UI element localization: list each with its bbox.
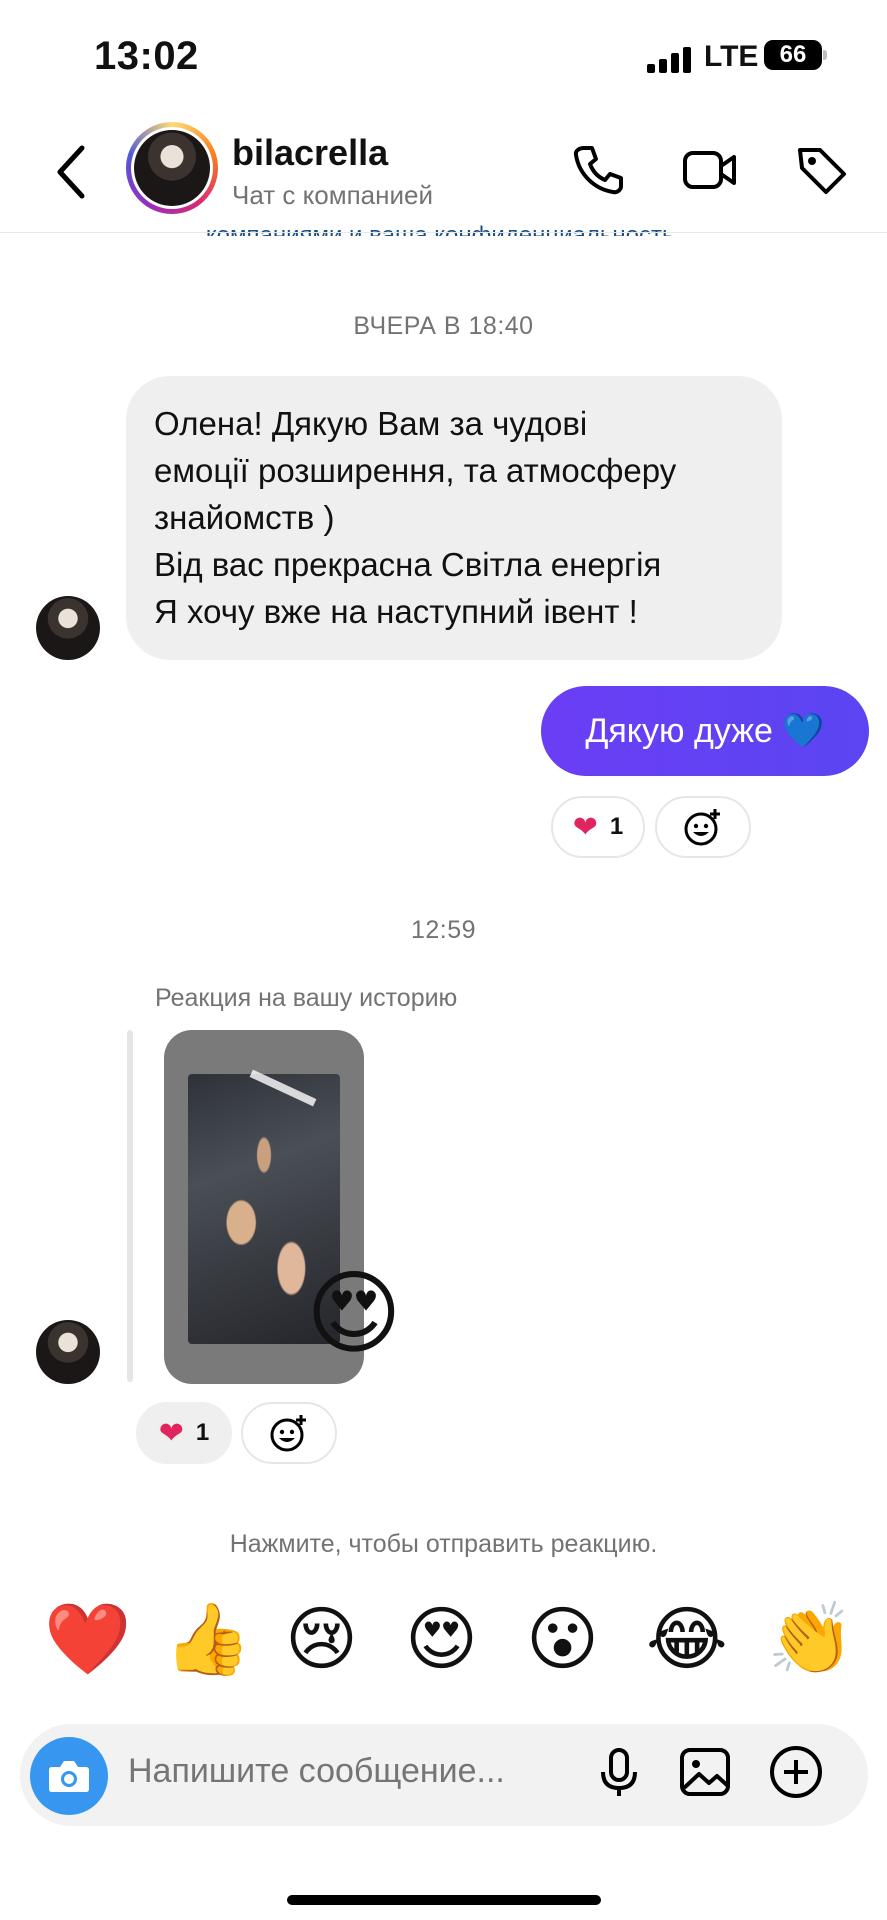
quick-reaction-laughing[interactable]: 😂 [646, 1604, 728, 1674]
back-arrow-icon[interactable] [52, 142, 92, 202]
message-line: Від вас прекрасна Світла енергія [154, 546, 662, 583]
timestamp-today: 12:59 [410, 916, 477, 944]
heart-icon: ❤ [572, 810, 598, 844]
quick-reaction-heart[interactable]: ❤️ [44, 1604, 131, 1674]
home-indicator[interactable] [287, 1895, 601, 1905]
message-line: емоції розширення, та атмосферу [154, 452, 677, 489]
reply-indicator-bar [127, 1030, 133, 1382]
sender-avatar[interactable] [36, 596, 100, 660]
chat-subtitle: Чат с компанией [232, 180, 433, 210]
reaction-hint: Нажмите, чтобы отправить реакцию. [229, 1530, 658, 1558]
story-reaction-emoji: 😍 [306, 1263, 402, 1365]
message-input[interactable] [128, 1752, 558, 1791]
sender-avatar[interactable] [36, 1320, 100, 1384]
profile-avatar[interactable] [126, 122, 218, 214]
status-time: 13:02 [94, 34, 199, 78]
story-reply-label: Реакция на вашу историю [155, 984, 458, 1012]
quick-reaction-clapping[interactable]: 👏 [767, 1604, 854, 1674]
gallery-icon[interactable] [675, 1742, 735, 1802]
message-line: Олена! Дякую Вам за чудові [154, 405, 588, 442]
phone-icon[interactable] [570, 142, 626, 198]
chat-username[interactable]: bilacrella [232, 132, 388, 174]
privacy-notice[interactable]: компаниями и ваша конфиденциальность. [0, 222, 887, 236]
add-reaction-button[interactable] [655, 796, 751, 858]
message-line: Я хочу вже на наступний івент ! [154, 593, 638, 630]
reaction-count: 1 [609, 813, 624, 840]
camera-button[interactable] [30, 1737, 108, 1815]
battery-tip [823, 50, 827, 60]
reaction-pill[interactable]: ❤ 1 [551, 796, 645, 858]
story-reaction-pill[interactable]: ❤ 1 [136, 1402, 232, 1464]
microphone-icon[interactable] [589, 1742, 649, 1802]
timestamp-yesterday: ВЧЕРА В 18:40 [353, 312, 534, 340]
add-emoji-icon [684, 809, 720, 846]
tag-icon[interactable] [794, 142, 850, 198]
reaction-count: 1 [195, 1419, 210, 1446]
message-line: знайомств ) [154, 499, 335, 536]
heart-icon: ❤ [158, 1416, 184, 1450]
plus-circle-icon[interactable] [766, 1742, 826, 1802]
network-label: LTE [704, 40, 759, 73]
header-divider [0, 232, 887, 233]
battery-icon: 66 [764, 40, 822, 70]
outgoing-message[interactable]: Дякую дуже 💙 [541, 686, 869, 776]
add-reaction-button[interactable] [241, 1402, 337, 1464]
incoming-message[interactable]: Олена! Дякую Вам за чудові емоції розшир… [126, 376, 782, 660]
quick-reaction-surprised[interactable]: 😮 [526, 1604, 599, 1674]
signal-icon [647, 47, 693, 73]
quick-reaction-thumbs-up[interactable]: 👍 [164, 1604, 251, 1674]
quick-reaction-heart-eyes[interactable]: 😍 [405, 1604, 478, 1674]
add-emoji-icon [270, 1415, 306, 1452]
camera-icon [49, 1761, 89, 1792]
quick-reaction-crying[interactable]: 😢 [285, 1604, 358, 1674]
video-call-icon[interactable] [682, 142, 738, 198]
